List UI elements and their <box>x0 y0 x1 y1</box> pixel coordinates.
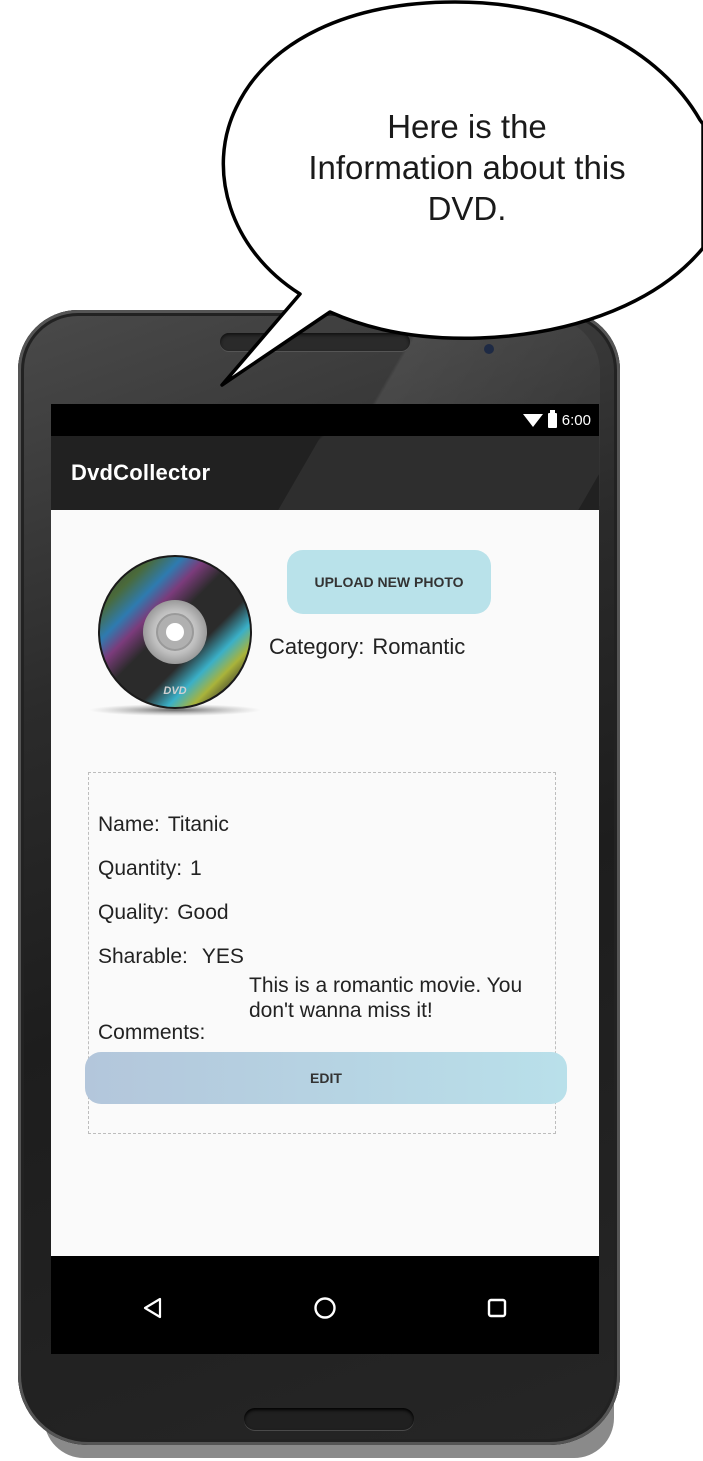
bottom-speaker-grille <box>244 1408 414 1430</box>
quantity-value: 1 <box>190 857 202 880</box>
sharable-label: Sharable: <box>98 945 188 968</box>
name-label: Name: <box>98 813 160 836</box>
back-triangle-icon[interactable] <box>133 1288 173 1328</box>
status-bar: 6:00 <box>51 404 599 436</box>
speech-line-3: DVD. <box>427 190 507 227</box>
quality-label: Quality: <box>98 901 170 924</box>
name-row: Name: Titanic <box>98 813 229 837</box>
comments-label: Comments: <box>98 1021 206 1044</box>
quantity-row: Quantity: 1 <box>98 857 202 881</box>
category-label: Category: <box>269 634 365 659</box>
quality-value: Good <box>177 901 229 924</box>
quantity-label: Quantity: <box>98 857 183 880</box>
recents-square-icon[interactable] <box>477 1288 517 1328</box>
speech-line-1: Here is the <box>387 108 547 145</box>
quality-row: Quality: Good <box>98 901 229 925</box>
action-bar-gloss <box>278 436 599 510</box>
sharable-value: YES <box>201 945 244 968</box>
app-title: DvdCollector <box>71 460 211 485</box>
comments-value: This is a romantic movie. You don't wann… <box>249 974 523 1022</box>
home-circle-icon[interactable] <box>305 1288 345 1328</box>
dvd-detail-screen: DVD UPLOAD NEW PHOTO Category: Romantic … <box>51 510 599 1256</box>
speech-line-2: Information about this <box>308 149 626 186</box>
upload-photo-button[interactable]: UPLOAD NEW PHOTO <box>287 550 491 614</box>
category-value: Romantic <box>372 634 466 659</box>
status-time: 6:00 <box>561 411 591 429</box>
speech-bubble-text: Here is the Information about this DVD. <box>262 106 672 229</box>
status-icons: 6:00 <box>522 409 591 430</box>
dvd-disc-icon: DVD <box>89 555 261 716</box>
navigation-bar <box>51 1256 599 1354</box>
sharable-row: Sharable: YES <box>98 945 244 969</box>
name-value: Titanic <box>167 813 229 836</box>
wifi-icon <box>522 413 543 427</box>
action-bar: DvdCollector <box>51 436 599 510</box>
edit-button[interactable]: EDIT <box>85 1052 567 1104</box>
category-row: Category: Romantic <box>269 634 465 660</box>
battery-icon <box>547 409 557 428</box>
dvd-disc-label: DVD <box>163 685 186 697</box>
